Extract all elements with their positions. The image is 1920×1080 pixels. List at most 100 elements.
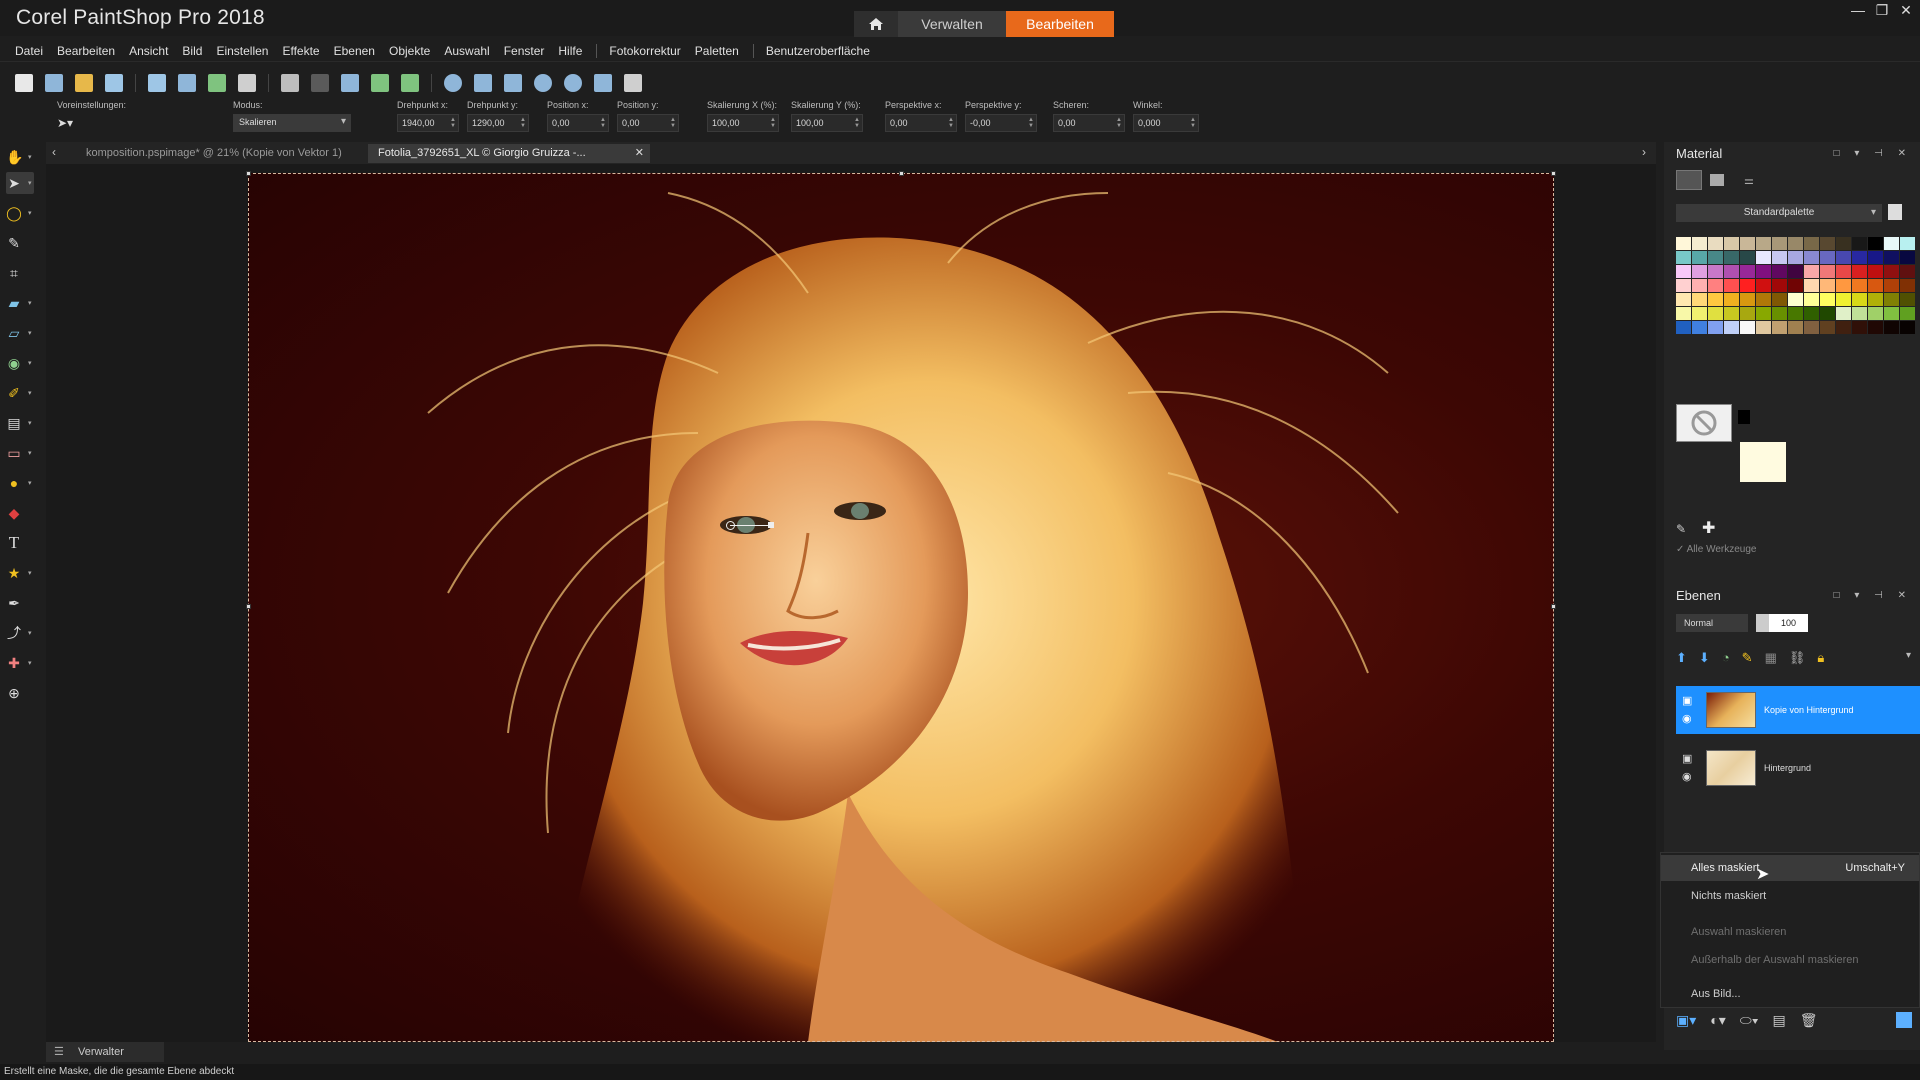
color-swatch[interactable] (1836, 237, 1851, 250)
color-swatch[interactable] (1868, 293, 1883, 306)
resize-handle[interactable] (1551, 604, 1556, 609)
spin-arrows[interactable]: ▲ ▼ (854, 117, 860, 129)
straighten-tool[interactable]: ▰ ▾ (6, 292, 34, 314)
chevron-down-icon[interactable]: ▾ (28, 419, 32, 427)
text-tool[interactable]: T (6, 532, 34, 554)
color-swatch[interactable] (1692, 279, 1707, 292)
color-swatch[interactable] (1772, 279, 1787, 292)
swatches-view-icon[interactable] (1676, 170, 1702, 190)
color-swatch[interactable] (1900, 293, 1915, 306)
black-color-chip[interactable] (1738, 410, 1750, 424)
color-swatch[interactable] (1788, 279, 1803, 292)
scale-y-field[interactable]: 100,00 ▲ ▼ (791, 114, 863, 132)
image-canvas[interactable] (248, 173, 1554, 1042)
color-swatch[interactable] (1884, 237, 1899, 250)
menu-fotokorrektur[interactable]: Fotokorrektur (609, 44, 680, 58)
chevron-right-icon[interactable]: › (1642, 145, 1646, 159)
document-tab-fotolia[interactable]: Fotolia_3792651_XL © Giorgio Gruizza -..… (368, 144, 650, 163)
pan-tool[interactable]: ✋ ▾ (6, 146, 34, 168)
palette-select[interactable]: Standardpalette (1676, 204, 1882, 222)
eraser-tool[interactable]: ▭ ▾ (6, 442, 34, 464)
color-swatch[interactable] (1804, 307, 1819, 320)
color-swatch[interactable] (1804, 237, 1819, 250)
color-swatch[interactable] (1900, 279, 1915, 292)
color-swatch[interactable] (1692, 293, 1707, 306)
color-swatch[interactable] (1900, 321, 1915, 334)
all-tools-checkbox[interactable]: ✓ Alle Werkzeuge (1676, 544, 1756, 555)
curve-tool[interactable]: ⤴ ▾ (6, 622, 34, 644)
zoom-out-icon[interactable] (534, 74, 552, 92)
color-swatch[interactable] (1868, 279, 1883, 292)
menu-bild[interactable]: Bild (182, 44, 202, 58)
smudge-tool[interactable]: ● ▾ (6, 472, 34, 494)
color-swatch[interactable] (1724, 237, 1739, 250)
chevron-down-icon[interactable]: ▾ (1906, 650, 1911, 661)
foreground-none-swatch[interactable] (1676, 404, 1732, 442)
rotate-left-icon[interactable] (371, 74, 389, 92)
color-swatch[interactable] (1676, 321, 1691, 334)
chevron-down-icon[interactable]: ▾ (28, 449, 32, 457)
color-swatch[interactable] (1788, 237, 1803, 250)
color-swatch[interactable] (1724, 279, 1739, 292)
color-swatch[interactable] (1852, 237, 1867, 250)
resize-handle[interactable] (246, 171, 251, 176)
color-swatch[interactable] (1756, 251, 1771, 264)
color-swatch[interactable] (1804, 293, 1819, 306)
spin-arrows[interactable]: ▲ ▼ (1190, 117, 1196, 129)
color-swatch[interactable] (1756, 279, 1771, 292)
menu-item-nichts-maskiert[interactable]: Nichts maskiert (1661, 883, 1919, 909)
perspective-y-field[interactable]: -0,00 ▲ ▼ (965, 114, 1037, 132)
lock-icon[interactable]: 🔒︎ (1817, 650, 1824, 666)
tab-manage[interactable]: Verwalten (898, 11, 1006, 37)
position-x-field[interactable]: 0,00 ▲ ▼ (547, 114, 609, 132)
resize-handle[interactable] (246, 604, 251, 609)
rotation-handle[interactable] (730, 525, 772, 526)
panel-controls[interactable]: □ ▾ ⊣ ✕ (1834, 590, 1912, 601)
color-swatch[interactable] (1884, 293, 1899, 306)
color-swatch[interactable] (1884, 251, 1899, 264)
zoom-in-icon[interactable] (564, 74, 582, 92)
crop-tool[interactable]: ⌗ (6, 262, 34, 284)
menu-paletten[interactable]: Paletten (695, 44, 739, 58)
color-swatch[interactable] (1868, 307, 1883, 320)
color-swatch[interactable] (1820, 265, 1835, 278)
color-swatch[interactable] (1820, 321, 1835, 334)
new-mask-layer-icon[interactable]: ✎ (1742, 650, 1753, 666)
color-swatch[interactable] (1852, 307, 1867, 320)
shear-field[interactable]: 0,00 ▲ ▼ (1053, 114, 1125, 132)
color-swatch[interactable] (1708, 237, 1723, 250)
color-swatch[interactable] (1884, 307, 1899, 320)
color-swatch[interactable] (1772, 265, 1787, 278)
color-swatch[interactable] (1724, 321, 1739, 334)
color-swatch[interactable] (1740, 293, 1755, 306)
contrast-icon[interactable]: ◐▾ (1710, 1012, 1725, 1029)
menu-benutzeroberflaeche[interactable]: Benutzeroberfläche (766, 44, 870, 58)
open-folder-icon[interactable] (75, 74, 93, 92)
resize-icon[interactable] (341, 74, 359, 92)
color-swatch[interactable] (1788, 265, 1803, 278)
document-tab-komposition[interactable]: komposition.pspimage* @ 21% (Kopie von V… (76, 144, 352, 163)
visibility-icon[interactable]: ▣ (1682, 694, 1692, 707)
color-swatch[interactable] (1852, 293, 1867, 306)
color-swatch[interactable] (1676, 265, 1691, 278)
chevron-down-icon[interactable]: ▾ (28, 359, 32, 367)
color-swatch[interactable] (1740, 251, 1755, 264)
color-swatch[interactable] (1900, 237, 1915, 250)
color-swatch[interactable] (1692, 265, 1707, 278)
brush-tool[interactable]: ✐ ▾ (6, 382, 34, 404)
color-swatch[interactable] (1756, 237, 1771, 250)
gradient-view-icon[interactable] (1710, 174, 1724, 186)
visibility-icon[interactable]: ▣ (1682, 752, 1692, 765)
color-swatch[interactable] (1772, 321, 1787, 334)
color-swatch[interactable] (1756, 321, 1771, 334)
info-icon[interactable] (444, 74, 462, 92)
add-tool[interactable]: ⊕ (6, 682, 34, 704)
color-swatch[interactable] (1836, 293, 1851, 306)
color-swatch[interactable] (1788, 293, 1803, 306)
new-grid-icon[interactable] (45, 74, 63, 92)
lasso-tool[interactable]: ◯ ▾ (6, 202, 34, 224)
pivot-point[interactable] (726, 521, 735, 530)
fill-tool[interactable]: ◆ (6, 502, 34, 524)
color-swatch[interactable] (1772, 293, 1787, 306)
color-swatch[interactable] (1676, 237, 1691, 250)
